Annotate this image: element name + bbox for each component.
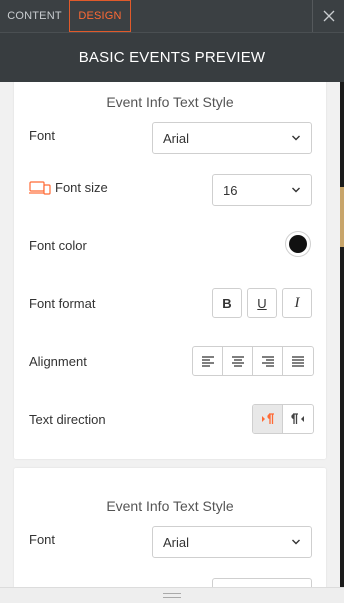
align-justify-button[interactable] — [283, 347, 313, 375]
underline-button[interactable]: U — [247, 288, 277, 318]
align-left-button[interactable] — [193, 347, 223, 375]
align-left-icon — [201, 356, 214, 367]
tab-design[interactable]: DESIGN — [69, 0, 131, 32]
top-tab-bar: CONTENT DESIGN — [0, 0, 344, 32]
page-background-edge — [340, 82, 344, 587]
font-color-swatch — [289, 235, 307, 253]
rtl-direction-icon — [291, 413, 304, 424]
settings-scroll-area[interactable]: Event Info Text Style Font Arial Font si… — [0, 82, 340, 587]
ltr-direction-icon — [261, 413, 274, 424]
section-title: Event Info Text Style — [106, 94, 234, 110]
font-format-label: Font format — [29, 296, 96, 311]
align-right-icon — [261, 356, 274, 367]
resize-grip-icon — [163, 593, 181, 598]
alignment-label: Alignment — [29, 354, 87, 369]
alignment-button-group — [192, 346, 314, 376]
align-right-button[interactable] — [253, 347, 283, 375]
font-select[interactable]: Arial — [152, 122, 312, 154]
panel-title: BASIC EVENTS PREVIEW — [78, 49, 266, 66]
rtl-direction-button[interactable] — [283, 405, 313, 433]
bold-icon: B — [222, 295, 232, 311]
close-icon — [323, 10, 334, 22]
text-direction-group — [252, 404, 314, 434]
align-center-icon — [231, 356, 244, 367]
font-size-select[interactable]: 16 — [212, 174, 312, 206]
italic-icon: I — [294, 294, 300, 311]
text-direction-label: Text direction — [29, 412, 106, 427]
align-center-button[interactable] — [223, 347, 253, 375]
font-size-select[interactable] — [212, 578, 312, 587]
font-label: Font — [29, 532, 56, 547]
italic-button[interactable]: I — [282, 288, 312, 318]
font-color-picker[interactable] — [285, 231, 311, 257]
tab-content[interactable]: CONTENT — [0, 0, 69, 32]
font-label: Font — [29, 128, 56, 143]
align-justify-icon — [292, 356, 304, 367]
chevron-down-icon — [292, 539, 300, 545]
bold-button[interactable]: B — [212, 288, 242, 318]
section-title: Event Info Text Style — [106, 498, 234, 514]
close-button[interactable] — [312, 0, 344, 32]
chevron-down-icon — [292, 135, 300, 141]
font-color-label: Font color — [29, 238, 87, 253]
responsive-devices-icon[interactable] — [29, 180, 51, 195]
font-size-value: 16 — [223, 182, 238, 198]
text-style-card: Event Info Text Style Font Arial — [14, 468, 326, 587]
font-size-row-label: Font size — [29, 180, 108, 195]
page-accent — [340, 187, 344, 247]
font-select[interactable]: Arial — [152, 526, 312, 558]
ltr-direction-button[interactable] — [253, 405, 283, 433]
font-select-value: Arial — [163, 534, 190, 550]
font-select-value: Arial — [163, 130, 190, 146]
resize-handle[interactable] — [0, 587, 344, 603]
underline-icon: U — [257, 295, 267, 311]
font-size-label: Font size — [55, 180, 108, 195]
text-style-card: Event Info Text Style Font Arial Font si… — [14, 82, 326, 459]
panel-header: BASIC EVENTS PREVIEW — [0, 32, 344, 82]
chevron-down-icon — [292, 187, 300, 193]
